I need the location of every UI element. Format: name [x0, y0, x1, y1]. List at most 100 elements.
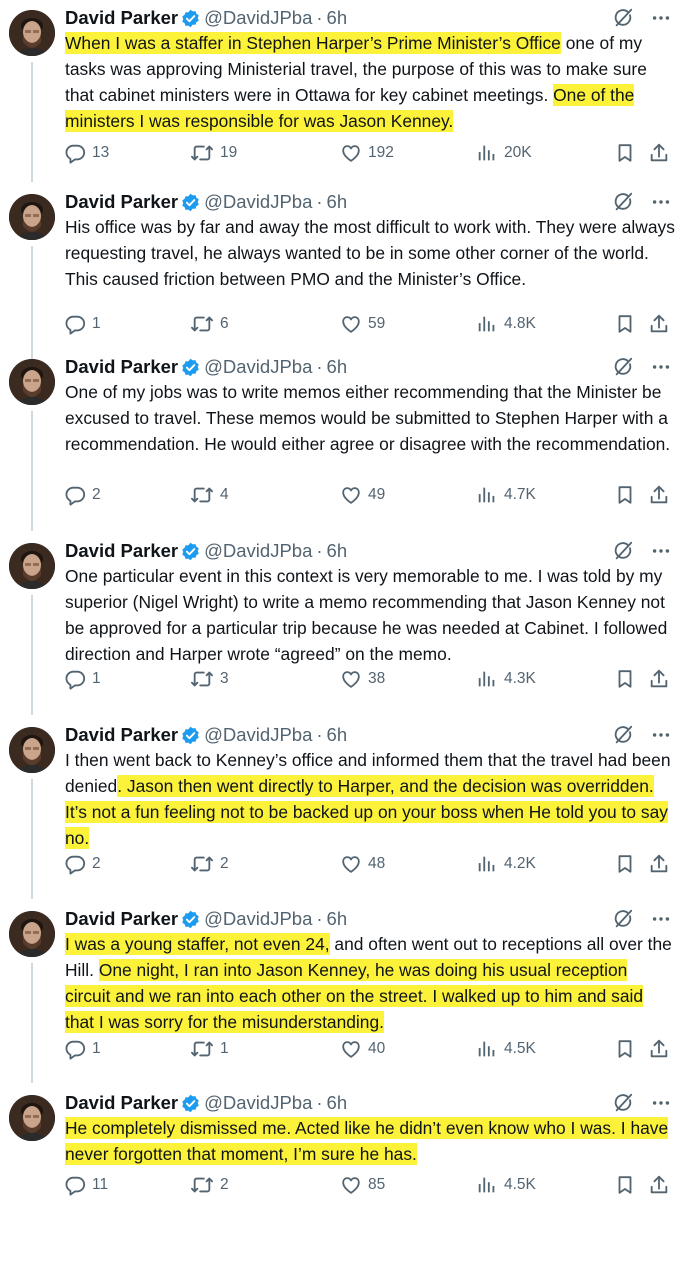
- avatar[interactable]: [9, 727, 55, 773]
- views-button[interactable]: 4.5K: [476, 1173, 536, 1197]
- author-handle[interactable]: @DavidJPba: [204, 7, 312, 29]
- bookmark-button[interactable]: [614, 1173, 636, 1197]
- like-button[interactable]: 49: [340, 483, 385, 507]
- reply-button[interactable]: 2: [64, 852, 101, 876]
- more-icon[interactable]: [650, 908, 672, 930]
- grok-icon[interactable]: [612, 7, 634, 29]
- more-icon[interactable]: [650, 7, 672, 29]
- tweet[interactable]: David Parker @DavidJPba · 6h: [0, 184, 688, 368]
- tweet[interactable]: David Parker @DavidJPba · 6h: [0, 349, 688, 533]
- repost-count: 1: [220, 1040, 229, 1057]
- bookmark-button[interactable]: [614, 141, 636, 165]
- share-button[interactable]: [648, 1173, 670, 1197]
- grok-icon[interactable]: [612, 191, 634, 213]
- author-handle[interactable]: @DavidJPba: [204, 1092, 312, 1114]
- like-button[interactable]: 48: [340, 852, 385, 876]
- reply-button[interactable]: 1: [64, 1037, 101, 1061]
- like-button[interactable]: 38: [340, 667, 385, 691]
- author-name[interactable]: David Parker: [65, 356, 178, 378]
- more-icon[interactable]: [650, 540, 672, 562]
- views-button[interactable]: 4.5K: [476, 1037, 536, 1061]
- timestamp[interactable]: 6h: [327, 540, 348, 562]
- grok-icon[interactable]: [612, 540, 634, 562]
- reply-button[interactable]: 11: [64, 1173, 108, 1197]
- action-bar: 1 6 59 4.8K: [64, 312, 672, 336]
- author-name[interactable]: David Parker: [65, 1092, 178, 1114]
- repost-button[interactable]: 3: [190, 667, 229, 691]
- like-button[interactable]: 192: [340, 141, 394, 165]
- views-button[interactable]: 4.7K: [476, 483, 536, 507]
- views-button[interactable]: 4.3K: [476, 667, 536, 691]
- share-button[interactable]: [648, 312, 670, 336]
- share-button[interactable]: [648, 667, 670, 691]
- share-icon: [648, 313, 670, 335]
- author-handle[interactable]: @DavidJPba: [204, 724, 312, 746]
- reply-button[interactable]: 13: [64, 141, 109, 165]
- author-handle[interactable]: @DavidJPba: [204, 540, 312, 562]
- author-name[interactable]: David Parker: [65, 7, 178, 29]
- grok-icon[interactable]: [612, 356, 634, 378]
- tweet-header: David Parker @DavidJPba · 6h: [65, 1091, 347, 1115]
- share-button[interactable]: [648, 852, 670, 876]
- repost-button[interactable]: 2: [190, 852, 229, 876]
- share-button[interactable]: [648, 141, 670, 165]
- views-button[interactable]: 20K: [476, 141, 532, 165]
- bookmark-button[interactable]: [614, 483, 636, 507]
- bookmark-button[interactable]: [614, 312, 636, 336]
- timestamp[interactable]: 6h: [327, 1092, 348, 1114]
- author-handle[interactable]: @DavidJPba: [204, 191, 312, 213]
- author-handle[interactable]: @DavidJPba: [204, 908, 312, 930]
- avatar[interactable]: [9, 911, 55, 957]
- views-button[interactable]: 4.8K: [476, 312, 536, 336]
- bookmark-button[interactable]: [614, 667, 636, 691]
- grok-icon[interactable]: [612, 908, 634, 930]
- share-button[interactable]: [648, 483, 670, 507]
- reply-button[interactable]: 2: [64, 483, 101, 507]
- grok-icon[interactable]: [612, 724, 634, 746]
- views-button[interactable]: 4.2K: [476, 852, 536, 876]
- reply-button[interactable]: 1: [64, 312, 101, 336]
- tweet[interactable]: David Parker @DavidJPba · 6h: [0, 717, 688, 901]
- timestamp[interactable]: 6h: [327, 356, 348, 378]
- avatar[interactable]: [9, 359, 55, 405]
- author-name[interactable]: David Parker: [65, 191, 178, 213]
- separator-dot: ·: [316, 356, 323, 377]
- like-button[interactable]: 85: [340, 1173, 385, 1197]
- repost-button[interactable]: 2: [190, 1173, 229, 1197]
- repost-button[interactable]: 4: [190, 483, 229, 507]
- bookmark-button[interactable]: [614, 852, 636, 876]
- tweet[interactable]: David Parker @DavidJPba · 6h: [0, 533, 688, 717]
- timestamp[interactable]: 6h: [327, 724, 348, 746]
- tweet[interactable]: David Parker @DavidJPba · 6h: [0, 901, 688, 1085]
- avatar[interactable]: [9, 10, 55, 56]
- timestamp[interactable]: 6h: [327, 908, 348, 930]
- more-icon[interactable]: [650, 1092, 672, 1114]
- share-button[interactable]: [648, 1037, 670, 1061]
- more-icon[interactable]: [650, 724, 672, 746]
- avatar[interactable]: [9, 543, 55, 589]
- author-handle[interactable]: @DavidJPba: [204, 356, 312, 378]
- more-icon[interactable]: [650, 356, 672, 378]
- like-button[interactable]: 59: [340, 312, 385, 336]
- repost-button[interactable]: 19: [190, 141, 237, 165]
- like-button[interactable]: 40: [340, 1037, 385, 1061]
- grok-icon[interactable]: [612, 1092, 634, 1114]
- tweet[interactable]: David Parker @DavidJPba · 6h: [0, 1085, 688, 1269]
- thread-connector: [31, 62, 33, 182]
- reply-button[interactable]: 1: [64, 667, 101, 691]
- timestamp[interactable]: 6h: [327, 7, 348, 29]
- tweet[interactable]: David Parker @DavidJPba · 6h: [0, 0, 688, 184]
- author-name[interactable]: David Parker: [65, 908, 178, 930]
- author-name[interactable]: David Parker: [65, 540, 178, 562]
- tweet-header: David Parker @DavidJPba · 6h: [65, 6, 347, 30]
- timestamp[interactable]: 6h: [327, 191, 348, 213]
- avatar[interactable]: [9, 194, 55, 240]
- bookmark-button[interactable]: [614, 1037, 636, 1061]
- repost-button[interactable]: 1: [190, 1037, 229, 1061]
- like-icon: [340, 484, 362, 506]
- avatar[interactable]: [9, 1095, 55, 1141]
- more-icon[interactable]: [650, 191, 672, 213]
- like-count: 192: [368, 144, 394, 161]
- repost-button[interactable]: 6: [190, 312, 229, 336]
- author-name[interactable]: David Parker: [65, 724, 178, 746]
